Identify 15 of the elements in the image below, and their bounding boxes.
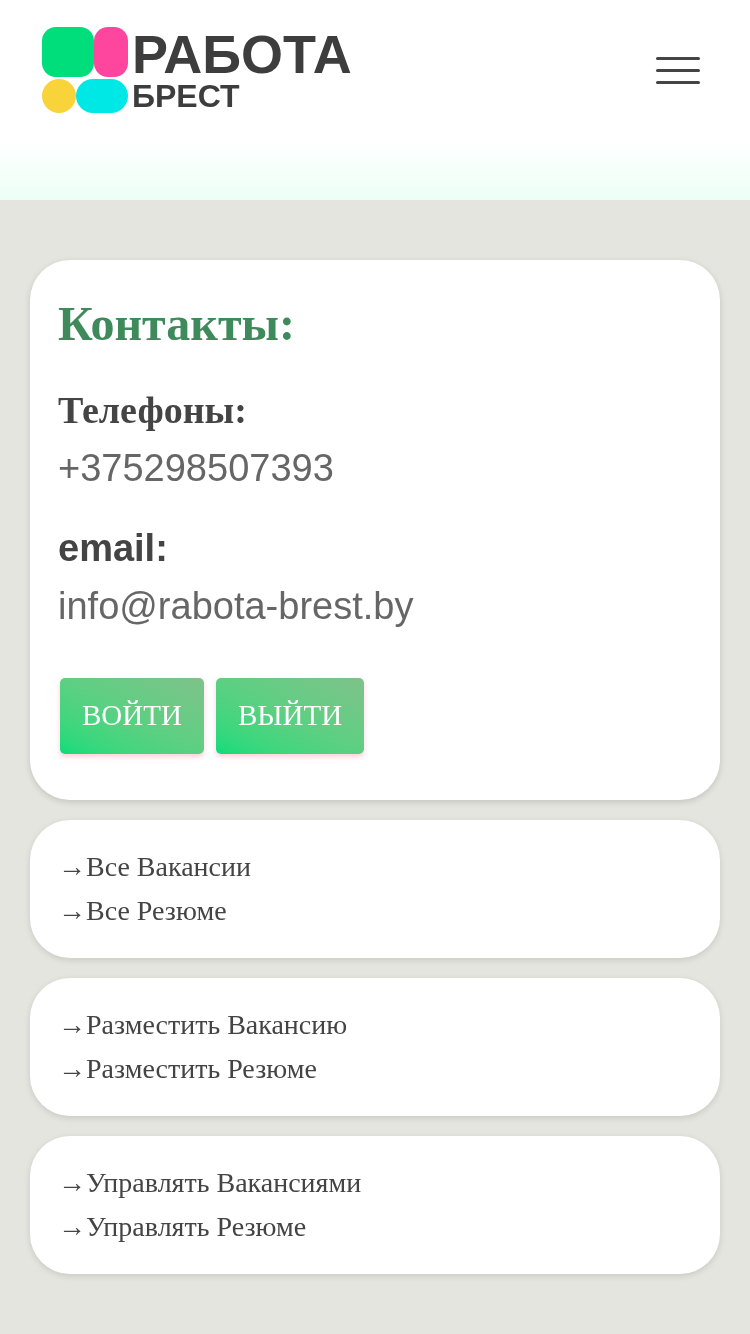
logo-title: РАБОТА [132,28,352,80]
nav-link[interactable]: →Управлять Резюме [58,1210,307,1244]
nav-link[interactable]: →Все Резюме [58,894,227,928]
phone-number: +375298507393 [58,446,334,490]
menu-button[interactable] [656,56,700,84]
email-address: info@rabota-brest.by [58,584,414,628]
phones-label: Телефоны: [58,388,247,432]
nav-link[interactable]: →Разместить Резюме [58,1052,317,1086]
logo-icon [42,27,128,113]
nav-link[interactable]: →Все Вакансии [58,850,251,884]
nav-link[interactable]: →Управлять Вакансиями [58,1166,362,1200]
email-label: email: [58,526,168,570]
contacts-title: Контакты: [58,296,296,352]
logo-subtitle: БРЕСТ [132,80,241,112]
nav-link[interactable]: →Разместить Вакансию [58,1008,348,1042]
